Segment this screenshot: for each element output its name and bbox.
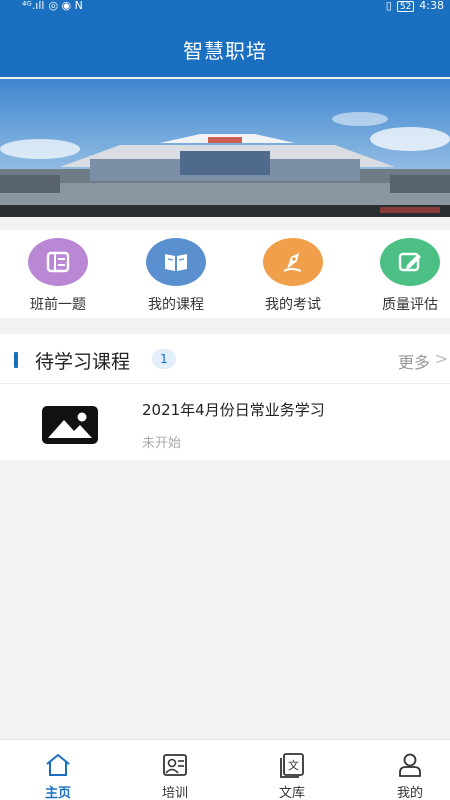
vibrate-icon: ▯ — [385, 0, 392, 12]
count-badge: 1 — [152, 349, 176, 369]
page-title: 智慧职培 — [183, 39, 267, 63]
exam-pen-icon — [263, 238, 323, 286]
chevron-right-icon[interactable]: > — [435, 349, 448, 368]
nav-item-training[interactable]: 培训 — [130, 752, 220, 800]
profile-icon — [399, 753, 421, 777]
training-icon — [163, 754, 187, 776]
library-icon: 文 — [280, 753, 304, 778]
daily-question-icon — [28, 238, 88, 286]
app-header: 智慧职培 — [0, 14, 450, 77]
home-icon — [46, 753, 70, 776]
course-status: 未开始 — [142, 436, 182, 451]
menu-label: 班前一题 — [30, 297, 86, 313]
nav-label: 文库 — [278, 786, 305, 800]
nav-label: 我的 — [396, 786, 423, 800]
menu-label: 我的课程 — [148, 297, 204, 313]
image-placeholder-icon — [42, 406, 98, 444]
status-bar: ⁴ᴳ.ıll ◎ ◉ N ▯ 52 4:38 — [0, 0, 450, 14]
section-header: 待学习课程 1 更多 > — [0, 334, 450, 384]
nav-item-home[interactable]: 主页 — [13, 752, 103, 800]
course-title: 2021年4月份日常业务学习 — [142, 401, 325, 419]
quick-menu: 班前一题 我的课程 我的考试 质量评估 — [0, 230, 450, 318]
menu-item-my-exams[interactable]: 我的考试 — [233, 238, 353, 314]
course-list-item[interactable]: 2021年4月份日常业务学习 未开始 — [0, 386, 450, 460]
menu-label: 质量评估 — [382, 297, 438, 313]
more-link[interactable]: 更多 — [398, 349, 430, 373]
battery-icon: 52 — [396, 0, 415, 12]
bottom-nav: 主页 培训 文 文库 我的 — [0, 739, 450, 800]
nav-item-library[interactable]: 文 文库 — [247, 752, 337, 800]
nav-label: 主页 — [44, 786, 71, 800]
status-indicators: ◎ ◉ N — [48, 0, 83, 12]
banner[interactable] — [0, 79, 450, 217]
svg-text:文: 文 — [288, 758, 299, 772]
pending-courses-section: 待学习课程 1 更多 > 2021年4月份日常业务学习 未开始 — [0, 334, 450, 460]
section-title: 待学习课程 — [35, 351, 131, 373]
edit-note-icon — [380, 238, 440, 286]
menu-label: 我的考试 — [265, 297, 321, 313]
nav-item-profile[interactable]: 我的 — [365, 752, 450, 800]
menu-item-quality-assessment[interactable]: 质量评估 — [350, 238, 450, 314]
clock: 4:38 — [419, 0, 444, 12]
signal-icon: ⁴ᴳ.ıll — [22, 0, 45, 12]
nav-label: 培训 — [161, 786, 188, 800]
section-accent-bar — [14, 352, 18, 368]
book-icon — [146, 238, 206, 286]
menu-item-daily-question[interactable]: 班前一题 — [0, 238, 118, 314]
menu-item-my-courses[interactable]: 我的课程 — [116, 238, 236, 314]
train-station-photo — [0, 79, 450, 217]
